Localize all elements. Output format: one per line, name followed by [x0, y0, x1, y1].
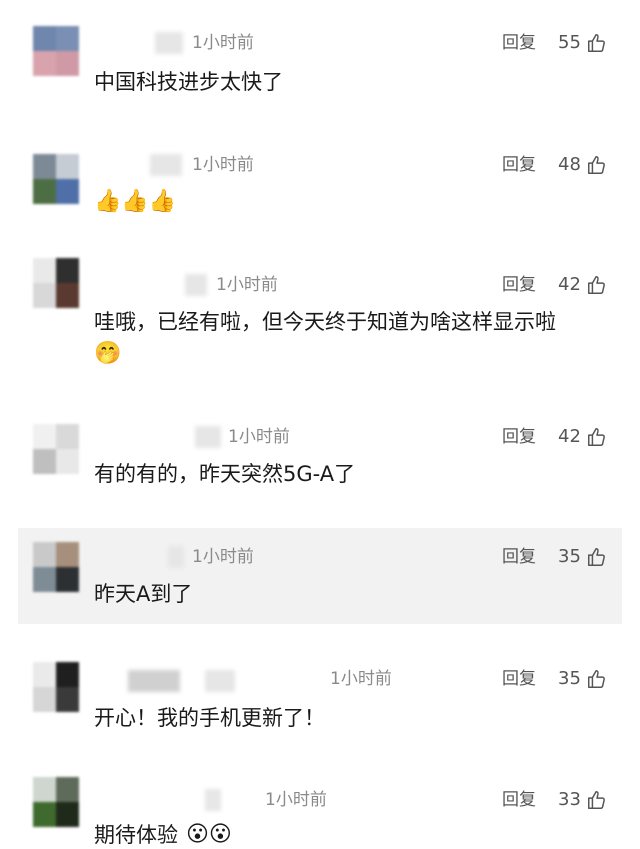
thumbs-up-icon[interactable]: [586, 546, 608, 568]
thumbs-up-icon[interactable]: [586, 274, 608, 296]
username-blurred[interactable]: [128, 670, 180, 692]
comment-item: 1小时前 回复 48 👍👍👍: [0, 142, 640, 222]
avatar[interactable]: [33, 662, 79, 712]
thumbs-up-icon[interactable]: [586, 668, 608, 690]
reply-button[interactable]: 回复: [502, 426, 536, 448]
username-blurred[interactable]: [168, 546, 184, 568]
like-count: 42: [558, 274, 581, 295]
comment-item-highlighted: 1小时前 回复 35 昨天A到了: [18, 528, 622, 624]
comment-text: 期待体验: [94, 823, 178, 847]
comment-time: 1小时前: [265, 790, 327, 810]
thumbs-up-icon[interactable]: [586, 154, 608, 176]
like-count: 42: [558, 426, 581, 447]
comment-item: 1小时前 回复 35 开心！我的手机更新了！: [0, 656, 640, 736]
username-blurred[interactable]: [205, 670, 235, 692]
username-blurred[interactable]: [155, 32, 183, 54]
avatar[interactable]: [33, 777, 79, 827]
avatar[interactable]: [33, 154, 79, 204]
reply-button[interactable]: 回复: [502, 154, 536, 176]
comment-text: 昨天A到了: [94, 582, 193, 606]
reply-button[interactable]: 回复: [502, 668, 536, 690]
reply-button[interactable]: 回复: [502, 32, 536, 54]
like-count: 35: [558, 668, 581, 689]
comment-time: 1小时前: [192, 33, 254, 53]
avatar[interactable]: [33, 258, 79, 308]
like-count: 55: [558, 32, 581, 53]
comment-text: 中国科技进步太快了: [94, 70, 283, 94]
like-count: 35: [558, 546, 581, 567]
username-blurred[interactable]: [195, 426, 221, 448]
reply-button[interactable]: 回复: [502, 546, 536, 568]
avatar[interactable]: [33, 542, 79, 592]
comment-emoji: 🤭: [94, 341, 122, 366]
comment-emoji: 👍👍👍: [94, 189, 177, 214]
comment-emoji: 😮😮: [186, 822, 232, 847]
comment-time: 1小时前: [192, 155, 254, 175]
comment-item: 1小时前 回复 42 有的有的，昨天突然5G-A了: [0, 414, 640, 494]
avatar[interactable]: [33, 424, 79, 474]
comment-text: 哇哦，已经有啦，但今天终于知道为啥这样显示啦: [94, 310, 556, 334]
thumbs-up-icon[interactable]: [586, 32, 608, 54]
username-blurred[interactable]: [150, 154, 182, 176]
comment-item: 1小时前 回复 42 哇哦，已经有啦，但今天终于知道为啥这样显示啦 🤭: [0, 258, 640, 372]
comment-time: 1小时前: [216, 275, 278, 295]
like-count: 33: [558, 789, 581, 810]
username-blurred[interactable]: [205, 789, 221, 811]
comment-time: 1小时前: [330, 669, 392, 689]
thumbs-up-icon[interactable]: [586, 789, 608, 811]
comment-text: 有的有的，昨天突然5G-A了: [94, 462, 356, 486]
reply-button[interactable]: 回复: [502, 274, 536, 296]
comment-time: 1小时前: [228, 427, 290, 447]
comment-item: 1小时前 回复 33 期待体验 😮😮: [0, 777, 640, 849]
reply-button[interactable]: 回复: [502, 789, 536, 811]
thumbs-up-icon[interactable]: [586, 426, 608, 448]
comment-item: 1小时前 回复 55 中国科技进步太快了: [0, 20, 640, 100]
comment-text: 开心！我的手机更新了！: [94, 706, 325, 730]
like-count: 48: [558, 154, 581, 175]
avatar[interactable]: [33, 26, 79, 76]
comment-time: 1小时前: [192, 547, 254, 567]
username-blurred[interactable]: [185, 274, 207, 296]
